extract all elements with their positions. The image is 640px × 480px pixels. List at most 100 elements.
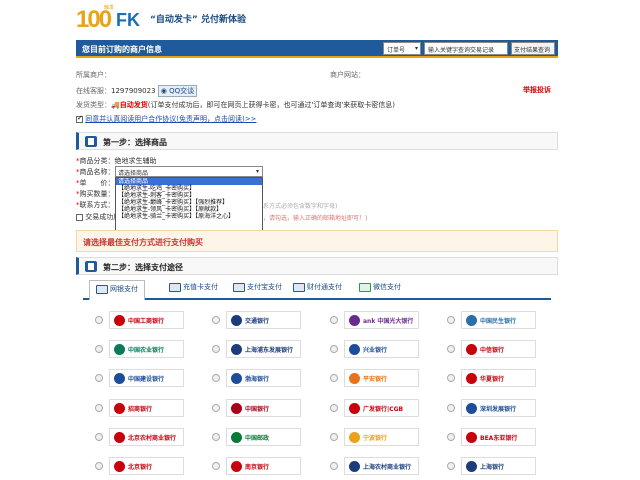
logo-number: 100 — [76, 6, 112, 33]
tab-recharge-card[interactable]: 充值卡支付 — [169, 282, 218, 300]
bank-logo[interactable]: 中国建设银行 — [109, 369, 184, 387]
name-row: *商品名称： — [76, 168, 115, 176]
logo-letters: FK — [116, 10, 140, 30]
dropdown-option[interactable]: 请选择商品 — [116, 178, 262, 185]
bank-logo[interactable]: 中国银行 — [226, 399, 301, 417]
bank-radio[interactable] — [212, 316, 220, 324]
bank-logo[interactable]: 深圳发展银行 — [461, 399, 536, 417]
bank-logo[interactable]: 上海浦东发展银行 — [226, 340, 301, 358]
bank-radio[interactable] — [330, 374, 338, 382]
bank-logo[interactable]: BEA东亚银行 — [461, 428, 536, 446]
step2-title: 第二步：选择支付途径 — [103, 263, 183, 272]
bank-radio[interactable] — [447, 404, 455, 412]
agree-checkbox[interactable] — [76, 114, 83, 123]
bank-radio[interactable] — [95, 374, 103, 382]
bank-logo[interactable]: 中国农业银行 — [109, 340, 184, 358]
bank-radio[interactable] — [95, 404, 103, 412]
order-type-select[interactable]: 订单号 ▾ — [383, 42, 421, 55]
bank-radio[interactable] — [95, 462, 103, 470]
website-row: 商户网站： — [330, 71, 365, 79]
bank-radio[interactable] — [212, 374, 220, 382]
bank-radio[interactable] — [212, 462, 220, 470]
bank-radio[interactable] — [330, 316, 338, 324]
site-logo[interactable]: 触发 100 FK — [76, 4, 148, 33]
bank-logo[interactable]: 渤海银行 — [226, 369, 301, 387]
bank-name: 宁波银行 — [363, 435, 388, 442]
bank-radio[interactable] — [447, 462, 455, 470]
bank-radio[interactable] — [330, 433, 338, 441]
payment-hint-text: 请选择最佳支付方式进行支付购买 — [83, 238, 203, 247]
bank-radio[interactable] — [447, 316, 455, 324]
dropdown-option[interactable]: 【绝地求生-吃鸡_卡密购买】 — [116, 185, 262, 192]
bank-radio[interactable] — [447, 374, 455, 382]
product-select[interactable]: 请选择商品 ▾ — [115, 166, 263, 177]
price-row: *单 价： — [76, 179, 115, 187]
bank-emblem-icon — [231, 344, 242, 355]
bank-logo[interactable]: 交通银行 — [226, 311, 301, 329]
bank-radio[interactable] — [330, 345, 338, 353]
dropdown-option[interactable]: 【绝地求生-刺客_卡密购买】 — [116, 192, 262, 199]
bank-emblem-icon — [466, 461, 477, 472]
qq-chat-button[interactable]: ◉ QQ交谈 — [157, 85, 198, 97]
bank-logo[interactable]: ank 中国光大银行 — [344, 311, 419, 329]
qq-number: 1297909023 — [111, 87, 156, 95]
bank-radio[interactable] — [95, 345, 103, 353]
bank-radio[interactable] — [95, 433, 103, 441]
bank-emblem-icon — [231, 461, 242, 472]
bank-logo[interactable]: 广发银行|CGB — [344, 399, 419, 417]
bank-radio[interactable] — [212, 404, 220, 412]
dropdown-option[interactable]: 【绝地求生-巅峰_卡密购买】【强烈推荐】 — [116, 199, 262, 206]
bank-logo[interactable]: 平安银行 — [344, 369, 419, 387]
bank-logo[interactable]: 北京银行 — [109, 457, 184, 475]
bank-radio[interactable] — [95, 316, 103, 324]
sms-row: 交易成功后 — [76, 212, 120, 222]
bank-logo[interactable]: 上海银行 — [461, 457, 536, 475]
bank-radio[interactable] — [212, 345, 220, 353]
bank-logo[interactable]: 兴业银行 — [344, 340, 419, 358]
bank-radio[interactable] — [447, 345, 455, 353]
tab-wechat[interactable]: 微信支付 — [359, 282, 401, 300]
product-dropdown-list[interactable]: 请选择商品 【绝地求生-吃鸡_卡密购买】 【绝地求生-刺客_卡密购买】 【绝地求… — [115, 177, 263, 233]
dropdown-option[interactable]: 【绝地求生-领风_卡密购买】【原献款】 — [116, 206, 262, 213]
bank-radio[interactable] — [447, 433, 455, 441]
bank-logo[interactable]: 上海农村商业银行 — [344, 457, 419, 475]
bank-logo[interactable]: 华夏银行 — [461, 369, 536, 387]
chevron-down-icon: ▾ — [255, 168, 259, 175]
tab-online-banking[interactable]: 网银支付 — [89, 280, 145, 300]
bank-logo[interactable]: 宁波银行 — [344, 428, 419, 446]
report-link[interactable]: 举报投诉 — [523, 85, 551, 95]
query-button[interactable]: 支付结果查询 — [511, 42, 555, 55]
wechat-icon — [359, 282, 371, 292]
agreement-link[interactable]: 同意并认真阅读用户合作协议(免责声明，点击阅读)>> — [85, 115, 256, 123]
dropdown-option[interactable]: 【绝地求生-骑兰_卡密购买】【原海洋之心】 — [116, 213, 262, 220]
product-select-value: 请选择商品 — [118, 170, 149, 177]
bank-radio[interactable] — [330, 404, 338, 412]
bank-name: 南京银行 — [245, 464, 270, 471]
bank-name: 上海浦东发展银行 — [245, 347, 294, 354]
bank-emblem-icon — [349, 344, 360, 355]
bank-logo[interactable]: 招商银行 — [109, 399, 184, 417]
bank-name: 中国民生银行 — [480, 318, 517, 325]
bank-logo[interactable]: 中信银行 — [461, 340, 536, 358]
sms-hint: ，请勾选，输入正确的邮箱地址即可！) — [263, 215, 368, 222]
bank-logo[interactable]: 南京银行 — [226, 457, 301, 475]
bank-logo[interactable]: 中国邮政 — [226, 428, 301, 446]
step1-title: 第一步：选择商品 — [103, 138, 167, 147]
step1-header: 第一步：选择商品 — [76, 132, 558, 150]
bank-radio[interactable] — [212, 433, 220, 441]
bank-emblem-icon — [466, 432, 477, 443]
order-search-input[interactable]: 输入关键字查询交易记录 — [424, 42, 508, 55]
bank-logo[interactable]: 北京农村商业银行 — [109, 428, 184, 446]
owner-row: 所属商户： — [76, 71, 111, 79]
bank-radio[interactable] — [330, 462, 338, 470]
sms-checkbox[interactable] — [76, 213, 83, 221]
tab-alipay[interactable]: 支付宝支付 — [233, 282, 282, 300]
bank-emblem-icon — [466, 403, 477, 414]
slogan: “自动发卡” 兑付新体验 — [150, 15, 246, 25]
bank-logo[interactable]: 中国工商银行 — [109, 311, 184, 329]
bank-emblem-icon — [114, 344, 125, 355]
bank-logo[interactable]: 中国民生银行 — [461, 311, 536, 329]
cart-icon — [85, 136, 97, 147]
tab-tenpay[interactable]: 财付通支付 — [293, 282, 342, 300]
qq-row: 在线客服：1297909023 ◉ QQ交谈 — [76, 85, 198, 97]
